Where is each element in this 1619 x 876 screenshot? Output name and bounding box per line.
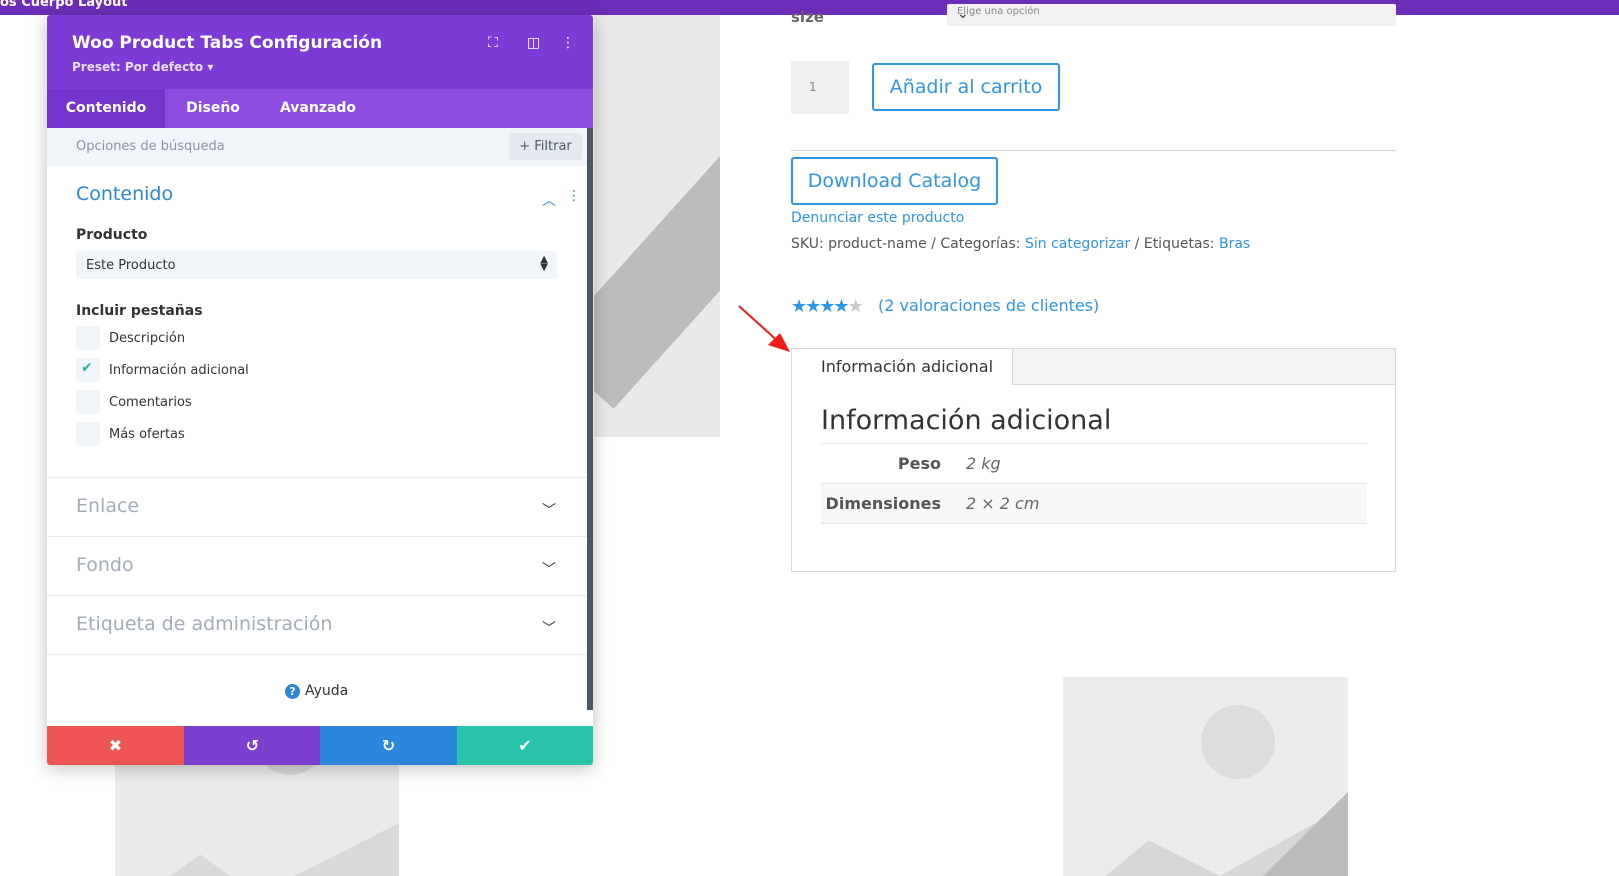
- star-icon: ★: [805, 296, 821, 317]
- filter-button[interactable]: + Filtrar: [509, 133, 582, 160]
- undo-button[interactable]: ↺: [184, 726, 321, 765]
- include-tabs-label: Incluir pestañas: [76, 303, 203, 319]
- more-vertical-icon[interactable]: ⋮: [561, 35, 575, 51]
- checkbox-description[interactable]: [76, 326, 100, 350]
- tag-link[interactable]: Bras: [1219, 236, 1250, 252]
- chevron-down-icon: ⌄: [957, 6, 969, 22]
- save-button[interactable]: ✔: [457, 726, 593, 765]
- quantity-input[interactable]: 1: [791, 61, 849, 114]
- checkbox-label: Comentarios: [109, 395, 192, 410]
- panel-footer: ✖ ↺ ↻ ✔: [47, 726, 593, 765]
- checkbox-additional-info[interactable]: ✔: [76, 358, 100, 382]
- table-row: Peso 2 kg: [821, 443, 1367, 483]
- product-meta: SKU: product-name / Categorías: Sin cate…: [791, 236, 1251, 252]
- add-to-cart-button[interactable]: Añadir al carrito: [872, 63, 1060, 111]
- divider: [47, 654, 587, 655]
- help-link[interactable]: ? Ayuda: [285, 683, 348, 699]
- report-product-link[interactable]: Denunciar este producto: [791, 210, 964, 226]
- panel-tabs: Contenido Diseño Avanzado: [47, 89, 593, 128]
- tab-content[interactable]: Contenido: [47, 89, 165, 128]
- size-label: size: [791, 8, 824, 26]
- checkbox-label: Descripción: [109, 331, 186, 346]
- related-image-placeholder: [115, 765, 399, 876]
- tab-heading: Información adicional: [821, 405, 1112, 436]
- product-label: Producto: [76, 227, 148, 243]
- attributes-table: Peso 2 kg Dimensiones 2 × 2 cm: [821, 443, 1367, 524]
- redo-button[interactable]: ↻: [320, 726, 457, 765]
- search-input[interactable]: Opciones de búsqueda: [76, 139, 225, 154]
- more-vertical-icon[interactable]: ⋮: [567, 188, 581, 204]
- checkbox-label: Información adicional: [109, 363, 249, 378]
- product-image-placeholder: [594, 15, 720, 437]
- columns-icon[interactable]: ◫: [527, 35, 540, 51]
- section-title-background[interactable]: Fondo: [76, 554, 134, 576]
- preset-selector[interactable]: Preset: Por defecto ▾: [72, 60, 213, 74]
- tab-additional-info[interactable]: Información adicional: [792, 349, 1013, 385]
- star-icon: ★: [833, 296, 849, 317]
- tab-design[interactable]: Diseño: [165, 89, 261, 128]
- tab-advanced[interactable]: Avanzado: [261, 89, 375, 128]
- panel-title: Woo Product Tabs Configuración: [72, 33, 383, 53]
- product-tabs-widget: Información adicional Información adicio…: [791, 348, 1396, 572]
- star-rating: ★★★★★: [791, 296, 864, 317]
- related-image-placeholder: [1063, 677, 1348, 876]
- star-icon: ★: [819, 296, 835, 317]
- chevron-down-icon[interactable]: ﹀: [542, 500, 556, 520]
- download-catalog-button[interactable]: Download Catalog: [791, 157, 998, 205]
- section-title-admin-label[interactable]: Etiqueta de administración: [76, 613, 332, 635]
- checkbox-label: Más ofertas: [109, 427, 185, 442]
- panel-header[interactable]: Woo Product Tabs Configuración Preset: P…: [47, 15, 593, 89]
- product-select[interactable]: Este Producto ▲ ▼: [76, 251, 557, 279]
- size-select[interactable]: Elige una opción ⌄: [947, 4, 1396, 26]
- select-arrows-icon: ▲ ▼: [540, 254, 548, 273]
- checkbox-more-offers[interactable]: [76, 422, 100, 446]
- divider: [47, 477, 587, 478]
- scrollbar[interactable]: [587, 128, 593, 710]
- search-options[interactable]: Opciones de búsqueda + Filtrar: [47, 128, 593, 166]
- divider: [47, 536, 587, 537]
- divider: [791, 150, 1396, 151]
- chevron-down-icon[interactable]: ﹀: [542, 559, 556, 579]
- annotation-arrow-icon: [738, 305, 790, 352]
- plus-icon: +: [519, 139, 531, 154]
- reviews-link[interactable]: (2 valoraciones de clientes): [878, 296, 1099, 315]
- checkbox-comments[interactable]: [76, 390, 100, 414]
- divider: [47, 595, 587, 596]
- check-icon: ✔: [81, 360, 93, 376]
- help-icon: ?: [285, 684, 300, 699]
- section-title-content[interactable]: Contenido: [76, 183, 173, 205]
- section-title-link[interactable]: Enlace: [76, 495, 139, 517]
- layout-label: os Cuerpo Layout: [0, 0, 128, 10]
- module-settings-panel: Woo Product Tabs Configuración Preset: P…: [47, 15, 593, 765]
- expand-icon[interactable]: ⛶: [488, 35, 498, 51]
- sku-value: product-name: [828, 236, 927, 252]
- chevron-up-icon[interactable]: ︿: [542, 190, 556, 210]
- category-link[interactable]: Sin categorizar: [1025, 236, 1130, 252]
- chevron-down-icon[interactable]: ﹀: [542, 618, 556, 638]
- cancel-button[interactable]: ✖: [47, 726, 184, 765]
- table-row: Dimensiones 2 × 2 cm: [821, 483, 1367, 524]
- star-icon: ★: [847, 296, 864, 317]
